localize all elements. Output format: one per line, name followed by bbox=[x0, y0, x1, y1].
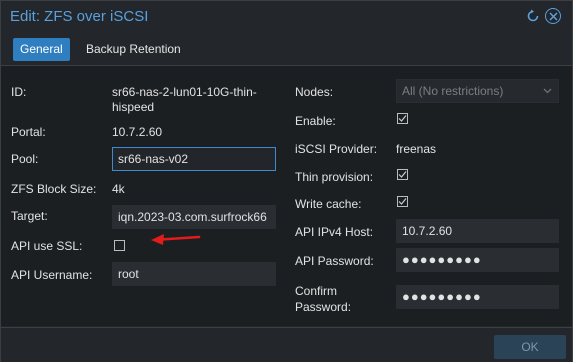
confirm-password-input[interactable]: ●●●●●●●●● bbox=[396, 285, 559, 309]
api-password-label: API Password: bbox=[295, 254, 374, 268]
check-icon bbox=[398, 115, 407, 122]
enable-label: Enable: bbox=[295, 114, 336, 128]
portal-label: Portal: bbox=[11, 125, 46, 139]
reset-icon[interactable] bbox=[525, 8, 541, 24]
block-size-value: 4k bbox=[112, 182, 125, 196]
api-username-input[interactable]: root bbox=[112, 262, 276, 286]
ok-button[interactable]: OK bbox=[494, 335, 566, 359]
api-username-label: API Username: bbox=[11, 268, 93, 282]
api-ssl-label: API use SSL: bbox=[11, 239, 83, 253]
nodes-select[interactable]: All (No restrictions) bbox=[396, 79, 559, 103]
confirm-password-label-line2: Password: bbox=[295, 300, 352, 314]
thin-provision-checkbox[interactable] bbox=[397, 169, 408, 180]
dialog-title: Edit: ZFS over iSCSI bbox=[10, 8, 149, 25]
block-size-label: ZFS Block Size: bbox=[11, 182, 97, 196]
nodes-select-value: All (No restrictions) bbox=[402, 84, 504, 98]
api-password-input[interactable]: ●●●●●●●●● bbox=[396, 248, 559, 272]
api-ssl-checkbox[interactable] bbox=[114, 240, 125, 251]
pool-label: Pool: bbox=[11, 152, 39, 166]
target-input[interactable]: iqn.2023-03.com.surfrock66 bbox=[112, 205, 276, 229]
confirm-password-label-line1: Confirm bbox=[295, 284, 338, 298]
portal-value: 10.7.2.60 bbox=[112, 125, 163, 139]
api-host-label: API IPv4 Host: bbox=[295, 225, 374, 239]
red-arrow-annotation bbox=[151, 234, 201, 245]
dialog-titlebar: Edit: ZFS over iSCSI bbox=[1, 1, 572, 33]
tab-bar: General Backup Retention bbox=[1, 33, 572, 66]
iscsi-provider-value: freenas bbox=[396, 142, 437, 156]
api-host-input[interactable]: 10.7.2.60 bbox=[396, 219, 559, 243]
tab-backup-retention[interactable]: Backup Retention bbox=[79, 38, 188, 61]
id-label: ID: bbox=[11, 85, 27, 99]
close-icon[interactable] bbox=[545, 8, 561, 24]
write-cache-label: Write cache: bbox=[295, 197, 362, 211]
check-icon bbox=[398, 198, 407, 205]
iscsi-provider-label: iSCSI Provider: bbox=[295, 142, 378, 156]
edit-storage-dialog: Edit: ZFS over iSCSI General Backup Rete… bbox=[0, 0, 573, 362]
chevron-down-icon bbox=[543, 80, 552, 102]
pool-input[interactable]: sr66-nas-v02 bbox=[112, 147, 276, 171]
write-cache-checkbox[interactable] bbox=[397, 196, 408, 207]
id-value-line1: sr66-nas-2-lun01-10G-thin- bbox=[112, 85, 257, 99]
check-icon bbox=[398, 171, 407, 178]
target-label: Target: bbox=[11, 209, 48, 223]
nodes-label: Nodes: bbox=[295, 85, 334, 99]
general-panel: ID: sr66-nas-2-lun01-10G-thin- hispeed P… bbox=[1, 66, 572, 326]
thin-provision-label: Thin provision: bbox=[295, 170, 374, 184]
id-value-line2: hispeed bbox=[112, 100, 155, 114]
tab-general[interactable]: General bbox=[13, 38, 70, 61]
enable-checkbox[interactable] bbox=[397, 113, 408, 124]
dialog-footer: OK bbox=[1, 327, 572, 362]
